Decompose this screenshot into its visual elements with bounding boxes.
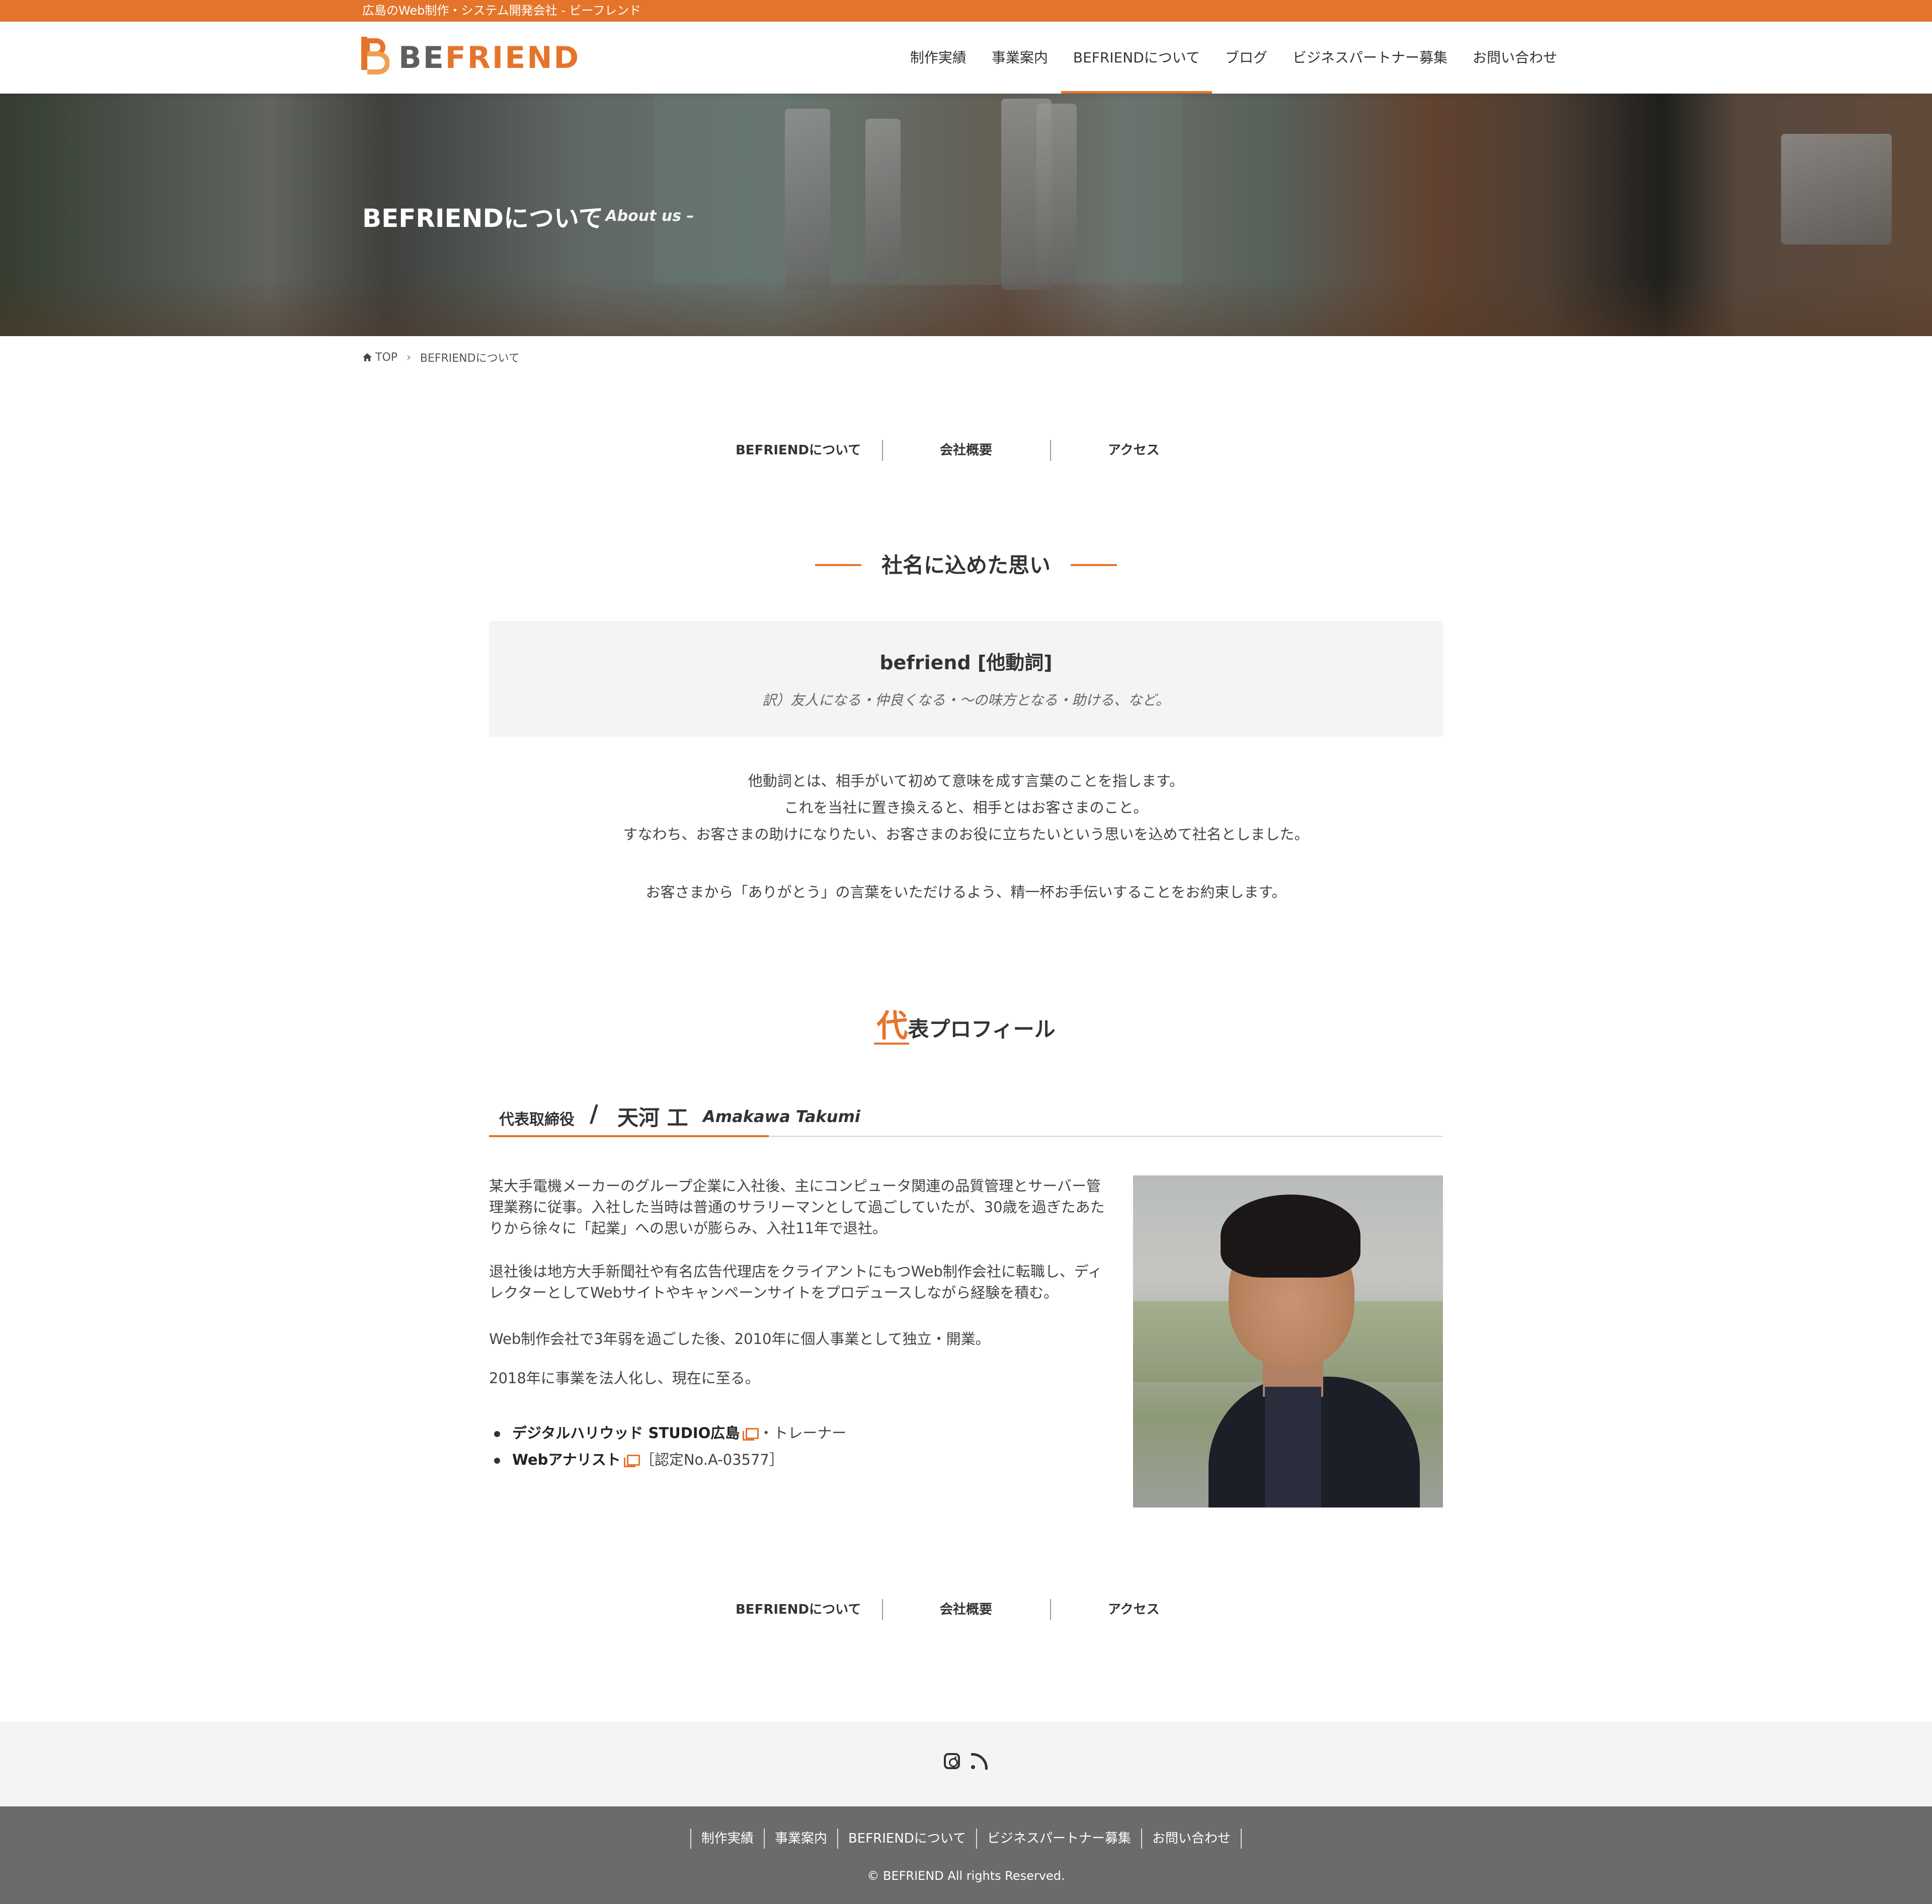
profile-paragraph-2: 退社後は地方大手新聞社や有名広告代理店をクライアントにもつWeb制作会社に転職し…: [489, 1263, 1102, 1301]
footer-nav-partner[interactable]: ビジネスパートナー募集: [976, 1829, 1141, 1849]
site-logo[interactable]: BEFRIEND: [361, 37, 580, 79]
nav-services[interactable]: 事業案内: [992, 22, 1048, 94]
profile-paragraph-4: 2018年に事業を法人化し、現在に至る。: [489, 1370, 760, 1387]
profile-name-row: 代表取締役 / 天河 工 Amakawa Takumi: [489, 1097, 1443, 1137]
external-link-icon[interactable]: [742, 1428, 759, 1441]
profile-slash: /: [590, 1100, 598, 1127]
nav-blog[interactable]: ブログ: [1225, 22, 1267, 94]
profile-credentials: デジタルハリウッド STUDIO広島 ・トレーナー Webアナリスト ［認定No.A…: [489, 1420, 1113, 1473]
site-tagline: 広島のWeb制作・システム開発会社 - ビーフレンド: [362, 4, 641, 18]
heading-line-right: [1071, 564, 1117, 566]
definition-word: befriend [他動詞]: [879, 652, 1053, 674]
profile-name-en: Amakawa Takumi: [703, 1107, 860, 1126]
nav-about[interactable]: BEFRIENDについて: [1061, 22, 1213, 94]
footer-nav: 制作実績 事業案内 BEFRIENDについて ビジネスパートナー募集 お問い合わ…: [0, 1829, 1932, 1849]
name-text-line-1: 他動詞とは、相手がいて初めて意味を成す言葉のことを指します。: [748, 772, 1184, 789]
credential-link-dh[interactable]: デジタルハリウッド STUDIO広島: [512, 1424, 740, 1442]
ceo-photo: [1133, 1175, 1443, 1508]
nav-partner[interactable]: ビジネスパートナー募集: [1293, 22, 1447, 94]
site-footer: 制作実績 事業案内 BEFRIENDについて ビジネスパートナー募集 お問い合わ…: [0, 1806, 1932, 1904]
footer-social: [0, 1722, 1932, 1806]
breadcrumb-current: BEFRIENDについて: [420, 352, 520, 365]
name-text-line-4: お客さまから「ありがとう」の言葉をいただけるよう、精一杯お手伝いすることをお約束…: [646, 884, 1286, 901]
credential-item: デジタルハリウッド STUDIO広島 ・トレーナー: [489, 1420, 1113, 1447]
chevron-right-icon: ›: [407, 351, 411, 364]
credential-item: Webアナリスト ［認定No.A-03577］: [489, 1447, 1113, 1473]
footer-nav-about[interactable]: BEFRIENDについて: [837, 1829, 976, 1849]
name-text-line-2: これを当社に置き換えると、相手とはお客さまのこと。: [784, 799, 1148, 816]
subnav-company[interactable]: 会社概要: [882, 438, 1050, 463]
page-title: BEFRIENDについて: [362, 204, 604, 233]
heading-line-left: [815, 564, 861, 566]
profile-paragraph-3: Web制作会社で3年弱を過ごした後、2010年に個人事業として独立・開業。: [489, 1330, 990, 1347]
logo-b-icon: [361, 37, 389, 74]
section-heading-name: 社名に込めた思い: [0, 548, 1932, 579]
name-text-line-3: すなわち、お客さまの助けになりたい、お客さまのお役に立ちたいという思いを込めて社…: [623, 826, 1309, 843]
footer-nav-services[interactable]: 事業案内: [763, 1829, 837, 1849]
external-link-icon[interactable]: [623, 1455, 640, 1467]
profile-paragraph-1: 某大手電機メーカーのグループ企業に入社後、主にコンピュータ関連の品質管理とサーバ…: [489, 1177, 1105, 1237]
rss-icon[interactable]: [971, 1753, 988, 1770]
subnav-about[interactable]: BEFRIENDについて: [714, 1597, 882, 1622]
breadcrumb-home[interactable]: TOP: [375, 351, 397, 364]
about-subnav: BEFRIENDについて 会社概要 アクセス: [714, 438, 1218, 463]
about-subnav-bottom: BEFRIENDについて 会社概要 アクセス: [714, 1597, 1218, 1622]
site-header: BEFRIEND 制作実績 事業案内 BEFRIENDについて ブログ ビジネス…: [0, 22, 1932, 94]
profile-name-jp: 天河 工: [617, 1105, 688, 1130]
main-nav: 制作実績 事業案内 BEFRIENDについて ブログ ビジネスパートナー募集 お…: [885, 22, 1557, 94]
profile-heading-underline: [874, 1043, 909, 1045]
definition-translation: 訳）友人になる・仲良くなる・〜の味方となる・助ける、など。: [762, 692, 1170, 708]
nav-works[interactable]: 制作実績: [910, 22, 967, 94]
definition-box: befriend [他動詞] 訳）友人になる・仲良くなる・〜の味方となる・助ける…: [489, 621, 1443, 737]
subnav-company[interactable]: 会社概要: [882, 1597, 1050, 1622]
top-bar: 広島のWeb制作・システム開発会社 - ビーフレンド: [0, 0, 1932, 22]
subnav-access[interactable]: アクセス: [1050, 1597, 1218, 1622]
breadcrumb: TOP › BEFRIENDについて: [362, 349, 520, 365]
instagram-icon[interactable]: [944, 1753, 960, 1769]
page-subtitle: – About us –: [593, 207, 694, 225]
home-icon: [363, 353, 372, 361]
subnav-about[interactable]: BEFRIENDについて: [714, 438, 882, 463]
footer-nav-contact[interactable]: お問い合わせ: [1141, 1829, 1242, 1849]
nav-contact[interactable]: お問い合わせ: [1473, 22, 1557, 94]
logo-text: BEFRIEND: [398, 40, 581, 75]
footer-nav-works[interactable]: 制作実績: [690, 1829, 764, 1849]
profile-name-accent: [489, 1135, 769, 1137]
subnav-access[interactable]: アクセス: [1050, 438, 1218, 463]
hero-banner: BEFRIENDについて – About us –: [0, 94, 1932, 336]
section-heading-profile: 代表プロフィール: [876, 1007, 1056, 1044]
profile-title: 代表取締役: [499, 1111, 575, 1129]
copyright: © BEFRIEND All rights Reserved.: [867, 1869, 1065, 1883]
credential-link-analyst[interactable]: Webアナリスト: [512, 1451, 621, 1468]
